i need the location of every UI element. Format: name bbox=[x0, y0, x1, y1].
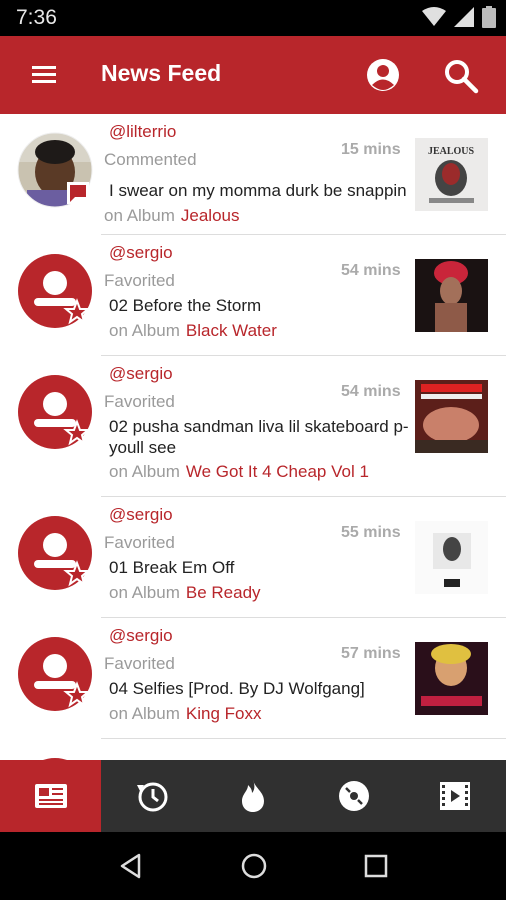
album-cover[interactable] bbox=[415, 642, 488, 715]
tab-videos[interactable] bbox=[405, 760, 506, 832]
signal-icon bbox=[454, 7, 474, 27]
album-link[interactable]: Be Ready bbox=[186, 583, 261, 602]
feed-item-partial[interactable] bbox=[0, 739, 506, 760]
on-album-label: on Album bbox=[104, 206, 175, 225]
on-album-label: on Album bbox=[109, 462, 180, 481]
item-handle[interactable]: @sergio bbox=[109, 243, 173, 263]
item-album-line: on Album King Foxx bbox=[109, 704, 261, 724]
tab-recent[interactable] bbox=[101, 760, 202, 832]
item-text: 02 pusha sandman liva lil skateboard p-y… bbox=[109, 417, 409, 457]
feed-item[interactable]: @sergio Favorited 54 mins 02 pusha sandm… bbox=[0, 356, 506, 497]
status-time: 7:36 bbox=[16, 6, 57, 29]
page-title: News Feed bbox=[101, 60, 222, 86]
default-avatar-icon[interactable] bbox=[17, 636, 93, 712]
default-avatar-icon[interactable] bbox=[17, 515, 93, 591]
item-handle[interactable]: @sergio bbox=[109, 364, 173, 384]
item-handle[interactable]: @lilterrio bbox=[109, 122, 176, 142]
item-time: 54 mins bbox=[341, 383, 401, 400]
item-handle[interactable]: @sergio bbox=[109, 505, 173, 525]
home-icon[interactable] bbox=[240, 852, 268, 880]
item-action: Favorited bbox=[104, 271, 175, 290]
wifi-icon bbox=[422, 7, 446, 26]
item-time: 57 mins bbox=[341, 645, 401, 662]
item-text: 04 Selfies [Prod. By DJ Wolfgang] bbox=[109, 679, 365, 698]
album-link[interactable]: Jealous bbox=[181, 206, 240, 225]
item-album-line: on Album Jealous bbox=[104, 206, 240, 226]
item-album-line: on Album Black Water bbox=[109, 321, 277, 341]
feed-item[interactable]: @lilterrio Commented 15 mins I swear on … bbox=[0, 114, 506, 235]
item-handle[interactable]: @sergio bbox=[109, 626, 173, 646]
fire-icon bbox=[242, 780, 264, 812]
history-icon bbox=[136, 782, 168, 812]
newspaper-icon bbox=[34, 784, 67, 808]
feed-item[interactable]: @sergio Favorited 57 mins 04 Selfies [Pr… bbox=[0, 618, 506, 739]
svg-text:JEALOUS: JEALOUS bbox=[428, 146, 475, 157]
feed-item[interactable]: @sergio Favorited 55 mins 01 Break Em Of… bbox=[0, 497, 506, 618]
comment-badge-icon bbox=[67, 182, 89, 204]
item-action: Favorited bbox=[104, 654, 175, 673]
album-cover[interactable] bbox=[415, 259, 488, 332]
on-album-label: on Album bbox=[109, 704, 180, 723]
menu-icon[interactable] bbox=[30, 62, 58, 88]
album-cover[interactable] bbox=[415, 380, 488, 453]
item-text: 02 Before the Storm bbox=[109, 296, 262, 315]
disc-icon bbox=[339, 781, 370, 811]
tab-albums[interactable] bbox=[304, 760, 405, 832]
item-action: Commented bbox=[104, 150, 197, 169]
item-album-line: on Album Be Ready bbox=[109, 583, 261, 603]
video-icon bbox=[440, 782, 471, 810]
news-feed-list[interactable]: @lilterrio Commented 15 mins I swear on … bbox=[0, 114, 506, 760]
profile-icon[interactable] bbox=[366, 58, 400, 92]
item-action: Favorited bbox=[104, 533, 175, 552]
battery-icon bbox=[482, 6, 496, 28]
item-action: Favorited bbox=[104, 392, 175, 411]
item-text: I swear on my momma durk be snappin bbox=[109, 181, 407, 200]
album-link[interactable]: King Foxx bbox=[186, 704, 262, 723]
on-album-label: on Album bbox=[109, 583, 180, 602]
album-cover[interactable]: JEALOUS bbox=[415, 138, 488, 211]
tab-trending[interactable] bbox=[202, 760, 303, 832]
item-album-line: on Album We Got It 4 Cheap Vol 1 bbox=[109, 462, 369, 482]
bottom-tab-bar bbox=[0, 760, 506, 832]
feed-item[interactable]: @sergio Favorited 54 mins 02 Before the … bbox=[0, 235, 506, 356]
default-avatar-icon[interactable] bbox=[17, 374, 93, 450]
recents-icon[interactable] bbox=[363, 853, 389, 879]
tab-news-feed[interactable] bbox=[0, 760, 102, 832]
album-link[interactable]: Black Water bbox=[186, 321, 277, 340]
status-bar: 7:36 bbox=[0, 0, 506, 36]
app-bar: News Feed bbox=[0, 36, 506, 114]
back-icon[interactable] bbox=[117, 852, 145, 880]
item-time: 55 mins bbox=[341, 524, 401, 541]
on-album-label: on Album bbox=[109, 321, 180, 340]
item-time: 54 mins bbox=[341, 262, 401, 279]
album-cover[interactable] bbox=[415, 521, 488, 594]
item-time: 15 mins bbox=[341, 141, 401, 158]
default-avatar-icon[interactable] bbox=[17, 253, 93, 329]
system-nav-bar bbox=[0, 832, 506, 900]
item-text: 01 Break Em Off bbox=[109, 558, 235, 577]
search-icon[interactable] bbox=[443, 58, 479, 94]
album-link[interactable]: We Got It 4 Cheap Vol 1 bbox=[186, 462, 369, 481]
